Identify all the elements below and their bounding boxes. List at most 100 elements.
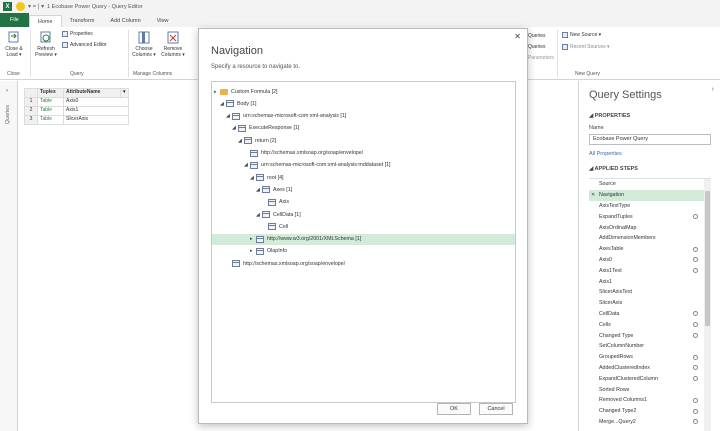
applied-step[interactable]: SetColumnNumber: [589, 341, 711, 352]
attribute-cell[interactable]: SlicerAxis: [63, 115, 129, 125]
applied-steps-list: Source ✕ Navigation AxisTextType ExpandTuple…: [589, 178, 711, 431]
applied-step-label: Navigation: [599, 192, 625, 199]
expand-queries-icon[interactable]: ›: [6, 88, 8, 94]
choose-columns-button[interactable]: Choose Columns ▾: [131, 31, 157, 58]
applied-steps-heading[interactable]: ◢ APPLIED STEPS: [589, 166, 638, 172]
applied-step[interactable]: GroupedRows: [589, 352, 711, 363]
close-load-button[interactable]: Close & Load ▾: [3, 31, 25, 58]
applied-step[interactable]: Axis1: [589, 276, 711, 287]
excel-icon: X: [3, 2, 12, 11]
queries-pane[interactable]: › Queries: [0, 81, 18, 431]
applied-step[interactable]: Changed Type: [589, 330, 711, 341]
tree-node[interactable]: ▸ Custom Formula [2]: [212, 86, 515, 97]
table-icon: [256, 235, 264, 243]
applied-step[interactable]: Removed Columns1: [589, 395, 711, 406]
tab-home[interactable]: Home: [28, 15, 62, 27]
applied-step[interactable]: ExpandClusteredColumn: [589, 373, 711, 384]
delete-step-icon[interactable]: ✕: [591, 192, 595, 198]
step-settings-gear-icon[interactable]: [693, 365, 698, 371]
step-settings-gear-icon[interactable]: [693, 333, 698, 339]
applied-step[interactable]: CellData: [589, 309, 711, 320]
applied-step[interactable]: Cells: [589, 319, 711, 330]
step-settings-gear-icon[interactable]: [693, 408, 698, 414]
applied-step[interactable]: AxisTextType: [589, 201, 711, 212]
tab-transform[interactable]: Transform: [62, 15, 103, 27]
applied-step[interactable]: Axis0: [589, 255, 711, 266]
step-settings-gear-icon[interactable]: [693, 376, 698, 382]
new-source-button[interactable]: New Source ▾: [562, 32, 601, 38]
quick-access-toolbar[interactable]: ▾ = | ▾: [28, 3, 44, 10]
steps-scrollbar-thumb[interactable]: [705, 191, 710, 326]
tree-node[interactable]: ◢ CellData [1]: [212, 209, 515, 220]
refresh-preview-button[interactable]: Refresh Preview ▾: [33, 31, 59, 58]
advanced-editor-icon: [62, 42, 68, 48]
tab-add-column[interactable]: Add Column: [102, 15, 148, 27]
smiley-feedback-icon[interactable]: [16, 2, 25, 11]
tree-node[interactable]: Axis: [212, 197, 515, 208]
applied-step[interactable]: SlicerAxis: [589, 298, 711, 309]
applied-step[interactable]: SlicerAxisText: [589, 287, 711, 298]
tree-node-label: Axes [1]: [273, 186, 293, 193]
step-settings-gear-icon[interactable]: [693, 214, 698, 220]
ribbon-separator: [557, 30, 558, 77]
properties-heading[interactable]: ◢ PROPERTIES: [589, 113, 630, 119]
query-name-field[interactable]: Ecobase Power Query: [589, 134, 711, 145]
advanced-editor-button[interactable]: Advanced Editor: [62, 42, 107, 48]
applied-step[interactable]: Sorted Rows: [589, 384, 711, 395]
close-icon[interactable]: ✕: [514, 32, 521, 41]
tab-view[interactable]: View: [149, 15, 177, 27]
tree-node[interactable]: ◢ Axes [1]: [212, 184, 515, 195]
step-settings-gear-icon[interactable]: [693, 322, 698, 328]
ribbon-fragment-queries: Queries: [528, 33, 546, 39]
cancel-button[interactable]: Cancel: [479, 403, 513, 415]
applied-step[interactable]: Axis1Text: [589, 265, 711, 276]
tree-node[interactable]: http://schemas.xmlsoap.org/soap/envelope…: [212, 258, 515, 269]
applied-step[interactable]: ExpandTuples: [589, 211, 711, 222]
tree-node[interactable]: ▸ OlapInfo: [212, 246, 515, 257]
tree-node[interactable]: ◢ return [2]: [212, 135, 515, 146]
recent-sources-icon: [562, 44, 568, 50]
tree-node[interactable]: ◢ ExecuteResponse [1]: [212, 123, 515, 134]
remove-columns-icon: [167, 31, 179, 44]
all-properties-link[interactable]: All Properties: [589, 151, 622, 157]
step-settings-gear-icon[interactable]: [693, 311, 698, 317]
tree-node[interactable]: ▸ http://www.w3.org/2001/XMLSchema [1]: [212, 233, 515, 245]
step-settings-gear-icon[interactable]: [693, 257, 698, 263]
step-settings-gear-icon[interactable]: [693, 246, 698, 252]
tree-node-label: http://www.w3.org/2001/XMLSchema [1]: [267, 236, 362, 243]
tree-node[interactable]: ◢ urn:schemas-microsoft-com:xml-analysis …: [212, 111, 515, 122]
applied-step[interactable]: AxisOrdinalMap: [589, 222, 711, 233]
table-icon: [232, 112, 240, 120]
ok-button[interactable]: OK: [437, 403, 471, 415]
steps-scrollbar[interactable]: [704, 179, 711, 431]
tree-node-label: OlapInfo: [267, 248, 288, 255]
recent-sources-button[interactable]: Recent Sources ▾: [562, 44, 609, 50]
step-settings-gear-icon[interactable]: [693, 268, 698, 274]
applied-step[interactable]: AddDimensionMembers: [589, 233, 711, 244]
collapse-settings-icon[interactable]: ›: [712, 86, 714, 93]
tab-file[interactable]: File: [0, 13, 29, 27]
navigation-dialog: ✕ Navigation Specify a resource to navig…: [198, 28, 528, 424]
applied-step[interactable]: AxesTable: [589, 244, 711, 255]
step-settings-gear-icon[interactable]: [693, 397, 698, 403]
table-link-cell[interactable]: Table: [37, 115, 64, 125]
applied-step[interactable]: Merge...Query2: [589, 417, 711, 428]
remove-columns-button[interactable]: Remove Columns ▾: [159, 31, 187, 58]
applied-step[interactable]: Changed Type2: [589, 406, 711, 417]
step-settings-gear-icon[interactable]: [693, 354, 698, 360]
step-settings-gear-icon[interactable]: [693, 419, 698, 425]
tree-node[interactable]: ◢ urn:schemas-microsoft-com:xml-analysis:…: [212, 160, 515, 171]
properties-button[interactable]: Properties: [62, 31, 93, 37]
applied-step[interactable]: Source: [589, 179, 711, 190]
applied-step[interactable]: AddedClusteredIndex: [589, 363, 711, 374]
applied-step[interactable]: ✕ Navigation: [589, 189, 711, 201]
ribbon-fragment-queries: Queries: [528, 44, 546, 50]
tree-node[interactable]: ◢ Body [1]: [212, 98, 515, 109]
table-icon: [232, 260, 240, 268]
ribbon-separator: [30, 30, 31, 77]
tree-node[interactable]: Cell: [212, 221, 515, 232]
dialog-title: Navigation: [211, 45, 263, 57]
title-bar: X ▾ = | ▾ 1 Ecobase Power Query - Query …: [0, 0, 720, 13]
tree-node[interactable]: http://schemas.xmlsoap.org/soap/envelope…: [212, 148, 515, 159]
tree-node[interactable]: ◢ root [4]: [212, 172, 515, 183]
